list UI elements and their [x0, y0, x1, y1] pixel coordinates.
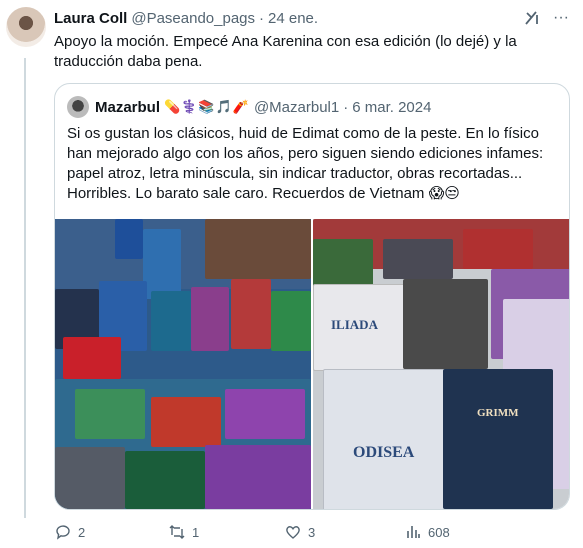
- book: [125, 451, 205, 509]
- book: [225, 389, 305, 439]
- book: [143, 229, 181, 299]
- quoted-name-emojis: 💊⚕️📚🎵🧨: [164, 99, 250, 114]
- views-button[interactable]: 608: [404, 522, 450, 542]
- photo-right-book-covers[interactable]: ILIADA ODISEA GRIMM: [313, 219, 569, 509]
- quoted-header-separator: ·: [343, 98, 349, 116]
- book: [271, 291, 311, 351]
- author-handle[interactable]: @Paseando_pags: [131, 10, 255, 27]
- tweet-actions-bar: 2 1 3 608: [54, 522, 574, 542]
- tweet-text: Apoyo la moción. Empecé Ana Karenina con…: [54, 33, 517, 70]
- avatar[interactable]: [6, 7, 46, 47]
- views-count: 608: [428, 524, 450, 540]
- book: [151, 291, 191, 351]
- book: [463, 229, 533, 269]
- retweet-count: 1: [192, 524, 200, 540]
- grok-icon[interactable]: [523, 9, 541, 27]
- reply-button[interactable]: 2: [54, 522, 85, 542]
- reply-icon: [56, 525, 70, 540]
- book: [191, 287, 229, 351]
- book: [63, 337, 121, 379]
- heart-icon: [286, 526, 300, 539]
- book: [115, 219, 143, 259]
- book: [205, 219, 311, 279]
- quoted-tweet[interactable]: Mazarbul 💊⚕️📚🎵🧨 @Mazarbul1 · 6 mar. 2024…: [54, 83, 570, 510]
- quoted-date: 6 mar. 2024: [352, 98, 432, 116]
- book: [55, 447, 125, 509]
- quoted-avatar: [67, 96, 89, 118]
- retweet-button[interactable]: 1: [168, 522, 199, 542]
- tweet-date[interactable]: 24 ene.: [268, 10, 318, 27]
- book: [443, 369, 553, 509]
- book: [403, 279, 488, 369]
- photo-left-bookstore-shelves[interactable]: [55, 219, 311, 509]
- author-name[interactable]: Laura Coll: [54, 10, 127, 27]
- like-count: 3: [308, 524, 316, 540]
- book: [313, 239, 373, 289]
- tweet-header: Laura Coll @Paseando_pags · 24 ene.: [54, 8, 573, 28]
- quoted-author-name: Mazarbul: [95, 98, 161, 116]
- book: [205, 445, 311, 509]
- reply-count: 2: [78, 524, 86, 540]
- retweet-icon: [169, 525, 185, 539]
- book-title-odisea: ODISEA: [353, 444, 415, 461]
- quoted-tweet-header: Mazarbul 💊⚕️📚🎵🧨 @Mazarbul1 · 6 mar. 2024: [67, 96, 431, 118]
- quoted-tweet-text: Si os gustan los clásicos, huid de Edima…: [67, 125, 544, 202]
- book: [75, 389, 145, 439]
- quoted-author-handle: @Mazarbul1: [253, 98, 340, 116]
- like-button[interactable]: 3: [284, 522, 315, 542]
- views-chart-icon: [407, 526, 420, 538]
- book-title-iliada: ILIADA: [331, 317, 378, 332]
- book: [231, 279, 271, 349]
- book-title-grimm: GRIMM: [477, 407, 519, 419]
- book: [151, 397, 221, 447]
- thread-connector-line: [24, 58, 26, 518]
- header-separator: ·: [259, 9, 265, 27]
- book: [383, 239, 453, 279]
- book: [323, 369, 445, 509]
- more-options-icon[interactable]: ···: [551, 9, 571, 27]
